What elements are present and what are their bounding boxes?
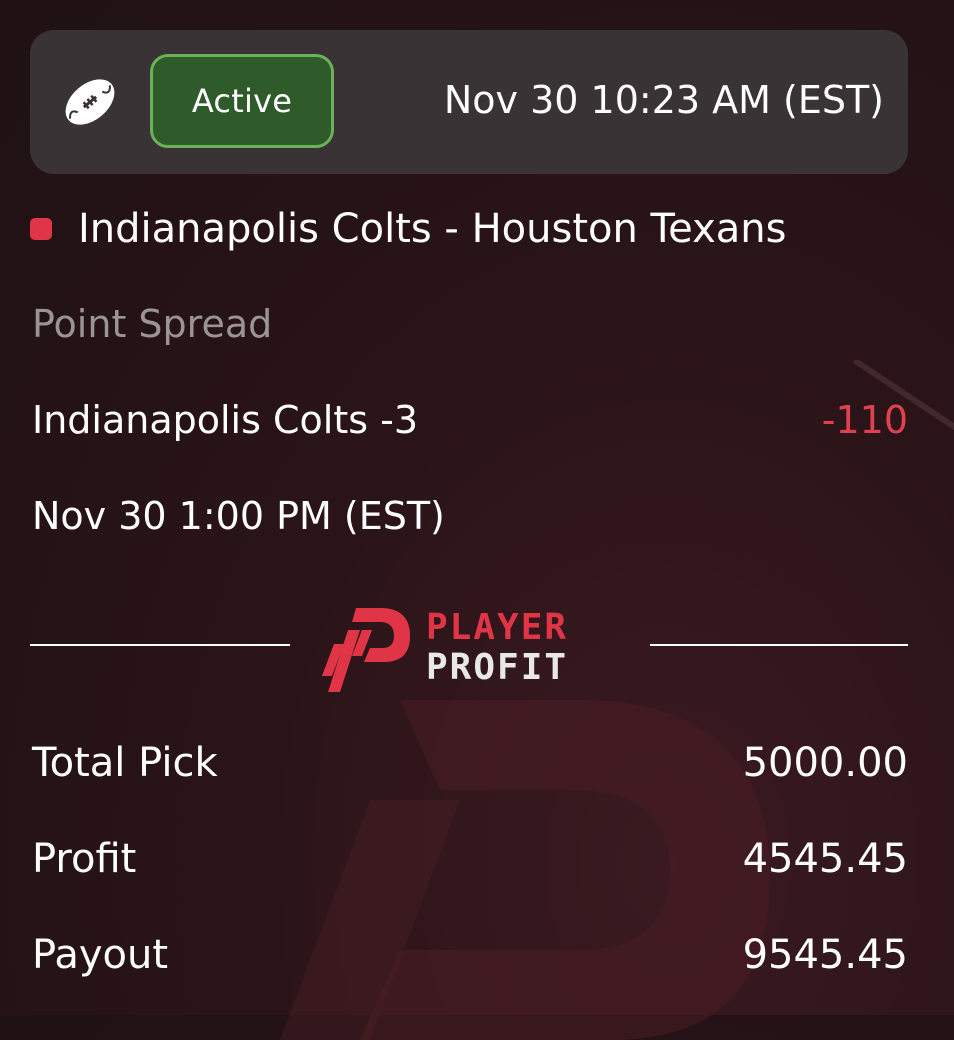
summary-row-payout: Payout 9545.45 xyxy=(32,932,908,978)
brand-word-profit: PROFIT xyxy=(426,647,569,688)
brand-logo: PLAYER PROFIT xyxy=(318,600,628,696)
divider-left xyxy=(30,644,290,646)
summary-row-profit: Profit 4545.45 xyxy=(32,836,908,882)
player-profit-logo-icon xyxy=(322,608,410,692)
event-time: Nov 30 1:00 PM (EST) xyxy=(32,494,445,538)
status-dot-icon xyxy=(30,218,52,240)
summary-value: 4545.45 xyxy=(742,836,908,882)
status-badge: Active xyxy=(150,54,334,148)
bet-status-header: Active Nov 30 10:23 AM (EST) xyxy=(30,30,908,174)
market-type: Point Spread xyxy=(32,302,273,346)
matchup-title: Indianapolis Colts - Houston Texans xyxy=(78,206,787,252)
divider-right xyxy=(650,644,908,646)
summary-value: 9545.45 xyxy=(742,932,908,978)
summary-row-total-pick: Total Pick 5000.00 xyxy=(32,740,908,786)
summary-label: Payout xyxy=(32,932,169,978)
summary-label: Total Pick xyxy=(32,740,218,786)
placed-timestamp: Nov 30 10:23 AM (EST) xyxy=(443,78,884,122)
summary-value: 5000.00 xyxy=(742,740,908,786)
matchup-row: Indianapolis Colts - Houston Texans xyxy=(30,206,786,252)
brand-word-player: PLAYER xyxy=(426,607,569,648)
bet-selection: Indianapolis Colts -3 xyxy=(32,398,418,442)
bet-odds: -110 xyxy=(821,398,908,442)
football-icon xyxy=(65,79,115,125)
summary-label: Profit xyxy=(32,836,137,882)
